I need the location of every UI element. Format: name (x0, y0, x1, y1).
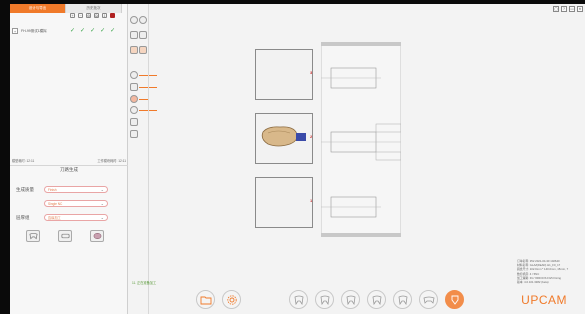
mill-button[interactable] (445, 290, 464, 309)
tooth-button-4[interactable] (367, 290, 386, 309)
field-nc: Single NC ⌄ (16, 199, 124, 208)
layer-select[interactable]: 边缘加工 ⌄ (44, 214, 108, 221)
step-checks: ✓ ✓ ✓ ✓ ✓ (70, 28, 115, 34)
bridge-icon (423, 296, 434, 304)
field-quality: 生成质量 Finish ⌄ (16, 185, 124, 194)
copy-icon[interactable]: ⧉ (94, 13, 99, 18)
tool-3-icon[interactable] (130, 95, 138, 103)
field-label: 层厚组 (16, 214, 30, 220)
model-back-icon[interactable] (139, 46, 147, 54)
add-icon[interactable]: + (70, 13, 75, 18)
minimize-icon[interactable]: ▭ (569, 6, 575, 12)
remove-icon[interactable]: − (78, 13, 83, 18)
blank-slot-3[interactable] (255, 49, 313, 100)
gear-icon (226, 294, 237, 305)
blank-slot-1[interactable] (255, 177, 313, 228)
tooth-model[interactable] (260, 124, 310, 150)
view-bottom-icon[interactable] (139, 31, 147, 39)
maximize-icon[interactable]: ▢ (553, 6, 559, 12)
status-left: 模型耗时: 12:11 (12, 159, 35, 163)
close-icon[interactable]: ✕ (577, 6, 583, 12)
tool-1-icon[interactable] (130, 71, 138, 79)
tooth-icon (320, 295, 329, 305)
fixture-holder (321, 42, 401, 237)
folder-button[interactable] (196, 290, 215, 309)
export-icon[interactable]: ⇩ (102, 13, 107, 18)
job-info: 订单名称: 352 2021-04-30 102640 材料名称: GLAZ(F… (517, 259, 579, 284)
check-icon: ✓ (90, 28, 96, 34)
model-front-icon[interactable] (130, 46, 138, 54)
settings-icon[interactable]: ⚙ (86, 13, 91, 18)
select-value: Single NC (48, 202, 63, 206)
mill-icon (451, 295, 458, 305)
field-label: 生成质量 (16, 186, 34, 192)
tooth-icon (294, 295, 303, 305)
tree-item-label: FH-99测试1模拟 (21, 28, 47, 33)
bridge-button[interactable] (58, 230, 72, 242)
tool-4-icon[interactable] (130, 106, 138, 114)
field-layer: 层厚组 边缘加工 ⌄ (16, 213, 124, 222)
inlay-icon (93, 233, 101, 239)
chevron-down-icon: ⌄ (100, 201, 104, 206)
panel-tool-icons: + − ⚙ ⧉ ⇩ (70, 13, 115, 18)
check-icon: ✓ (70, 28, 76, 34)
folder-icon (200, 296, 211, 304)
divider (10, 165, 128, 166)
slot-label-2: 2 (310, 134, 313, 139)
tool-5-icon[interactable] (130, 118, 138, 126)
inlay-button[interactable] (90, 230, 104, 242)
tooth-icon (346, 295, 355, 305)
quality-select[interactable]: Finish ⌄ (44, 186, 108, 193)
tool-6-icon[interactable] (130, 130, 138, 138)
expand-icon[interactable]: + (12, 28, 18, 34)
rotate-right-icon[interactable] (139, 16, 147, 24)
upcam-logo: UPCAM (521, 293, 567, 307)
time-status: 模型耗时: 12:11 工作模块耗时: 12:11 (10, 158, 128, 165)
tooth-icon (398, 295, 407, 305)
tab-design-export[interactable]: 设计与导出 (10, 4, 66, 13)
vertical-toolbar (128, 4, 157, 314)
crown-icon (28, 232, 38, 240)
divider (148, 4, 149, 314)
tool-2-icon[interactable] (130, 83, 138, 91)
tooth-button-2[interactable] (315, 290, 334, 309)
nc-select[interactable]: Single NC ⌄ (44, 200, 108, 207)
select-value: Finish (48, 188, 57, 192)
tooth-buttons (26, 230, 104, 242)
check-icon: ✓ (110, 28, 116, 34)
tooth-icon (372, 295, 381, 305)
bridge-icon (61, 233, 69, 239)
panel-tabs: 设计与导出 历史批次 (10, 4, 127, 13)
crown-button[interactable] (26, 230, 40, 242)
app-window: 设计与导出 历史批次 + − ⚙ ⧉ ⇩ + FH-99测试1模拟 ✓ ✓ ✓ … (10, 4, 585, 314)
info-line: 版本: 4.0.101.3382 (beta) (517, 280, 549, 285)
status-right: 工作模块耗时: 12:11 (97, 159, 126, 163)
chevron-down-icon: ⌄ (100, 187, 104, 192)
slot-label-1: 1 (310, 198, 313, 203)
status-hint: 11. 正在准备加工 (132, 281, 157, 285)
tab-history[interactable]: 历史批次 (66, 4, 122, 13)
slot-label-3: 3 (310, 70, 313, 75)
delete-icon[interactable] (110, 13, 115, 18)
tooth-button-5[interactable] (393, 290, 412, 309)
tooth-button-1[interactable] (289, 290, 308, 309)
bottom-toolbar (196, 290, 464, 309)
window-controls: ▢ ? ▭ ✕ (553, 6, 583, 12)
select-value: 边缘加工 (48, 216, 61, 220)
tree-item[interactable]: + FH-99测试1模拟 ✓ ✓ ✓ ✓ ✓ (12, 26, 126, 36)
check-icon: ✓ (100, 28, 106, 34)
section-title: 刀路生成 (60, 167, 78, 172)
left-panel: 设计与导出 历史批次 + − ⚙ ⧉ ⇩ + FH-99测试1模拟 ✓ ✓ ✓ … (10, 4, 128, 314)
check-icon: ✓ (80, 28, 86, 34)
rotate-left-icon[interactable] (130, 16, 138, 24)
view-top-icon[interactable] (130, 31, 138, 39)
help-icon[interactable]: ? (561, 6, 567, 12)
tooth-button-3[interactable] (341, 290, 360, 309)
settings-button[interactable] (222, 290, 241, 309)
bridge-button[interactable] (419, 290, 438, 309)
chevron-down-icon: ⌄ (100, 215, 104, 220)
